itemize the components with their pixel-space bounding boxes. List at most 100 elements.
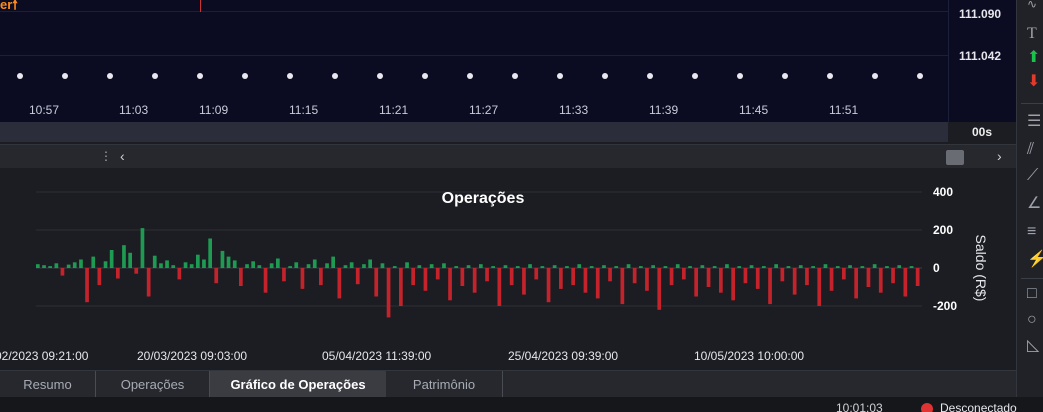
time-dot <box>737 73 743 79</box>
bar <box>60 268 65 276</box>
bar <box>485 268 489 282</box>
time-dot <box>377 73 383 79</box>
bar <box>472 268 477 293</box>
time-dot <box>647 73 653 79</box>
time-dot <box>917 73 923 79</box>
order-label[interactable]: er🠕 <box>0 0 18 18</box>
bar <box>411 268 415 286</box>
channel-icon[interactable]: ⫽ <box>1017 140 1043 160</box>
status-bar: 10:01:03 Desconectado <box>0 397 1043 412</box>
price-label: 111.042 <box>959 49 1002 63</box>
grid-line <box>0 55 948 56</box>
rectangle-icon[interactable]: □ <box>1017 284 1043 304</box>
bar <box>183 262 188 268</box>
bar <box>399 268 403 306</box>
time-dot <box>332 73 338 79</box>
bar <box>109 250 114 268</box>
bar <box>768 268 772 305</box>
bar <box>251 261 255 268</box>
toolbar-divider <box>1021 103 1043 104</box>
time-label: 11:45 <box>739 103 769 117</box>
circle-icon[interactable]: ○ <box>1017 310 1043 330</box>
bar <box>632 268 637 284</box>
bar <box>682 268 686 280</box>
bar <box>546 268 551 303</box>
bar <box>460 268 465 286</box>
bar <box>848 265 852 268</box>
bar <box>269 263 274 269</box>
time-label: 11:15 <box>289 103 319 117</box>
operations-chart: Operações 400 200 0 -200 Saldo (R$) 02/2023 09… <box>0 168 1016 370</box>
time-label: 11:39 <box>649 103 679 117</box>
bar <box>589 266 594 268</box>
bar <box>368 259 372 268</box>
x-tick-label: 10/05/2023 10:00:00 <box>694 349 804 363</box>
bar <box>152 255 157 268</box>
time-dot <box>152 73 158 79</box>
bar <box>380 263 385 269</box>
angle-icon[interactable]: ∠ <box>1017 194 1043 214</box>
tab-patrimonio[interactable]: Patrimônio <box>386 371 503 398</box>
bar <box>743 268 748 284</box>
bar <box>140 228 145 268</box>
bar <box>392 266 397 268</box>
bar <box>306 264 311 268</box>
time-dot <box>422 73 428 79</box>
bar <box>288 266 292 268</box>
time-dot <box>197 73 203 79</box>
bar <box>429 264 434 268</box>
buy-arrow-icon[interactable]: ⬆ <box>1017 48 1043 68</box>
bar <box>294 262 299 268</box>
bar <box>571 268 575 286</box>
bar <box>220 250 225 268</box>
bar <box>509 268 514 286</box>
bar <box>675 264 680 268</box>
bar <box>842 268 846 280</box>
x-tick-label: 02/2023 09:21:00 <box>0 349 89 363</box>
bar <box>134 268 139 274</box>
bar <box>725 264 729 268</box>
horizontal-scrollbar[interactable]: ⋮ ‹ › <box>0 144 1016 168</box>
bar <box>534 268 539 280</box>
bar <box>214 268 219 284</box>
bar <box>885 266 889 268</box>
bar <box>565 266 569 268</box>
tab-resumo[interactable]: Resumo <box>0 371 96 398</box>
bar <box>448 268 452 301</box>
bar <box>835 266 840 268</box>
triangle-icon[interactable]: ◺ <box>1017 336 1043 356</box>
bar <box>915 268 920 286</box>
price-scale[interactable]: 111.090 111.042 <box>948 0 1016 122</box>
bar <box>626 264 631 268</box>
fibonacci-icon[interactable]: ⚡ <box>1017 250 1043 270</box>
time-dot <box>692 73 698 79</box>
status-clock: 10:01:03 <box>836 401 883 412</box>
indicator-icon[interactable]: ∿ <box>1017 0 1043 14</box>
drag-handle-icon[interactable]: ⋮ <box>100 149 112 163</box>
bar <box>528 264 532 268</box>
bar <box>97 268 102 286</box>
bar <box>651 265 655 268</box>
tab-grafico-operacoes[interactable]: Gráfico de Operações <box>210 371 386 398</box>
bar <box>226 256 231 268</box>
horizontal-lines-icon[interactable]: ☰ <box>1017 112 1043 132</box>
bar <box>829 268 834 291</box>
toolbar-divider <box>1021 278 1043 279</box>
x-tick-label: 20/03/2023 09:03:00 <box>137 349 247 363</box>
tab-operacoes[interactable]: Operações <box>96 371 210 398</box>
sell-arrow-icon[interactable]: ⬇ <box>1017 72 1043 92</box>
bar <box>128 252 132 268</box>
levels-icon[interactable]: ≡ <box>1017 222 1043 242</box>
bar <box>805 268 809 286</box>
bar <box>823 264 828 268</box>
scroll-thumb[interactable] <box>946 150 964 165</box>
chevron-left-icon[interactable]: ‹ <box>120 148 125 164</box>
y-tick-label: 0 <box>933 261 940 275</box>
text-tool-icon[interactable]: T <box>1017 24 1043 44</box>
bar <box>731 268 735 301</box>
time-dot <box>467 73 473 79</box>
chevron-right-icon[interactable]: › <box>997 148 1002 164</box>
bar <box>355 268 360 285</box>
price-chart[interactable]: er🠕 10:57 11:03 11:09 11:15 11:21 11:27 … <box>0 0 948 122</box>
fibonacci-fan-icon[interactable]: ⟋ <box>1017 166 1043 186</box>
